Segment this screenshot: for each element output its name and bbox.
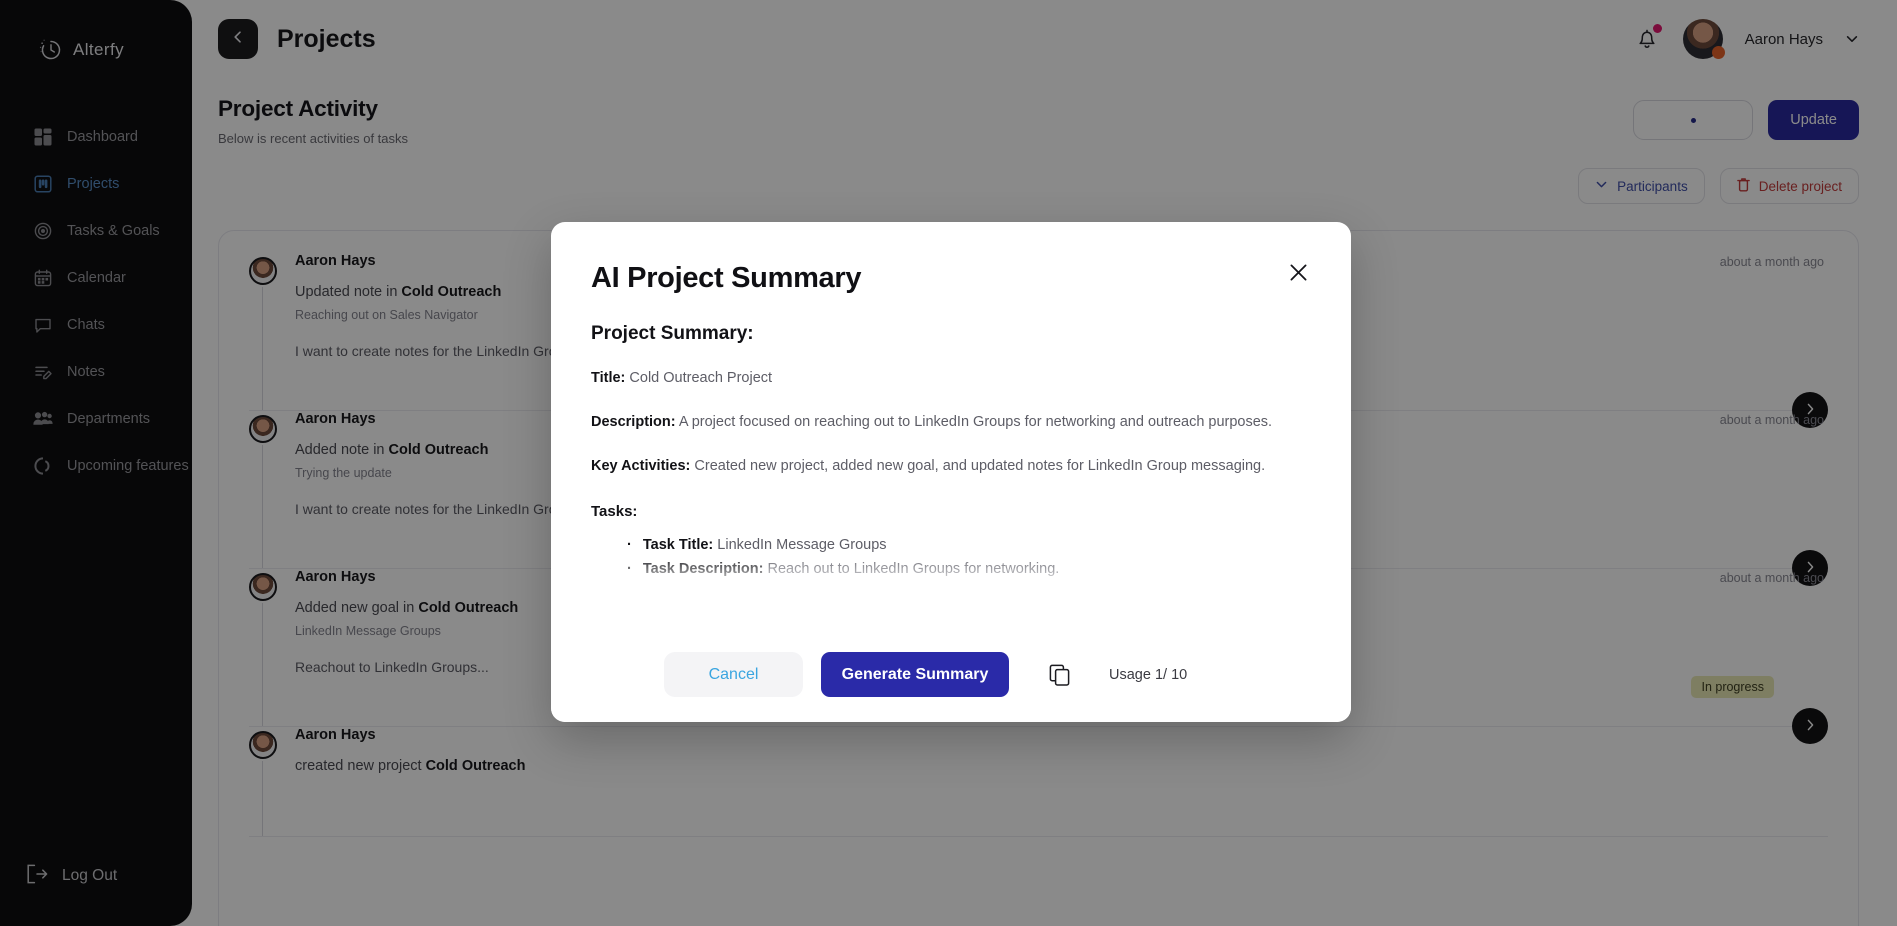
summary-field: Key Activities: Created new project, add… <box>591 456 1311 477</box>
field-label: Title: <box>591 370 625 386</box>
field-value: Cold Outreach Project <box>629 370 772 386</box>
app-root: Alterfy Dashboard <box>0 0 1897 926</box>
list-item: Task Title: LinkedIn Message Groups <box>627 534 1311 557</box>
usage-label: Usage 1/ 10 <box>1109 667 1187 683</box>
field-label: Key Activities: <box>591 458 690 474</box>
modal-footer: Cancel Generate Summary Usage 1/ 10 <box>551 627 1351 722</box>
task-value: Reach out to LinkedIn Groups for network… <box>768 561 1060 577</box>
task-label: Task Title: <box>643 537 713 553</box>
summary-field: Description: A project focused on reachi… <box>591 412 1311 433</box>
task-label: Task Description: <box>643 561 764 577</box>
task-value: LinkedIn Message Groups <box>717 537 886 553</box>
modal-header: AI Project Summary <box>551 222 1351 295</box>
modal-title: AI Project Summary <box>591 262 861 295</box>
close-x-icon <box>1288 262 1309 288</box>
tasks-list: Task Title: LinkedIn Message Groups Task… <box>591 534 1311 581</box>
field-value: Created new project, added new goal, and… <box>694 458 1265 474</box>
field-label: Description: <box>591 414 676 430</box>
summary-field: Title: Cold Outreach Project <box>591 368 1311 389</box>
copy-icon[interactable] <box>1049 664 1071 686</box>
list-item: Task Description: Reach out to LinkedIn … <box>627 558 1311 581</box>
field-value: A project focused on reaching out to Lin… <box>679 414 1272 430</box>
close-button[interactable] <box>1285 262 1311 288</box>
tasks-section-label: Tasks: <box>591 503 1311 520</box>
ai-project-summary-modal: AI Project Summary Project Summary: Titl… <box>551 222 1351 722</box>
generate-summary-button[interactable]: Generate Summary <box>821 652 1009 697</box>
summary-heading: Project Summary: <box>591 323 1311 345</box>
modal-body: Project Summary: Title: Cold Outreach Pr… <box>551 295 1351 600</box>
cancel-button[interactable]: Cancel <box>664 652 803 697</box>
